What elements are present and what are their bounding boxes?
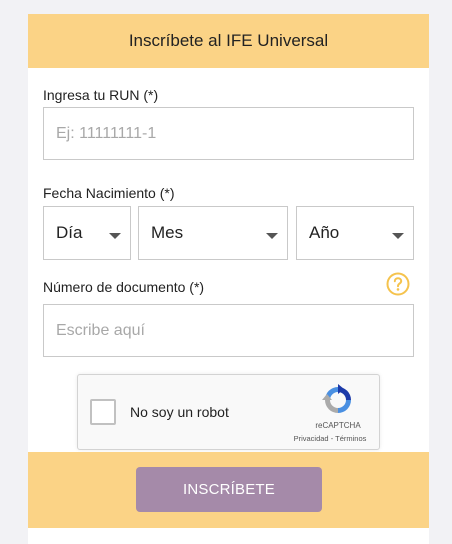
form-title: Inscríbete al IFE Universal bbox=[128, 31, 329, 50]
recaptcha-label: No soy un robot bbox=[130, 404, 229, 420]
chevron-down-icon bbox=[392, 233, 404, 239]
month-select[interactable]: Mes bbox=[138, 206, 288, 260]
year-select-value: Año bbox=[309, 223, 340, 242]
recaptcha-brand: reCAPTCHA bbox=[315, 421, 361, 430]
submit-button[interactable]: INSCRÍBETE bbox=[136, 467, 322, 512]
run-label: Ingresa tu RUN (*) bbox=[43, 87, 159, 103]
recaptcha-links: Privacidad - Términos bbox=[282, 434, 378, 443]
recaptcha-checkbox[interactable] bbox=[90, 399, 116, 425]
document-input[interactable] bbox=[43, 304, 414, 357]
recaptcha-privacy-link[interactable]: Privacidad bbox=[294, 434, 329, 443]
form-footer: INSCRÍBETE bbox=[28, 452, 429, 528]
recaptcha-terms-link[interactable]: Términos bbox=[335, 434, 366, 443]
document-label: Número de documento (*) bbox=[43, 279, 205, 295]
chevron-down-icon bbox=[109, 233, 121, 239]
month-select-value: Mes bbox=[151, 223, 184, 242]
chevron-down-icon bbox=[266, 233, 278, 239]
run-input[interactable] bbox=[43, 107, 414, 160]
question-circle-icon[interactable] bbox=[386, 272, 410, 296]
registration-card: Inscríbete al IFE Universal Ingresa tu R… bbox=[28, 14, 429, 544]
recaptcha-widget: No soy un robot reCAPTCHA Privacidad - T… bbox=[77, 374, 380, 450]
form-header: Inscríbete al IFE Universal bbox=[28, 14, 429, 68]
submit-button-label: INSCRÍBETE bbox=[182, 481, 275, 498]
day-select[interactable]: Día bbox=[43, 206, 131, 260]
year-select[interactable]: Año bbox=[296, 206, 414, 260]
day-select-value: Día bbox=[56, 223, 83, 242]
recaptcha-logo-icon bbox=[322, 384, 351, 413]
birthdate-label: Fecha Nacimiento (*) bbox=[43, 185, 175, 201]
